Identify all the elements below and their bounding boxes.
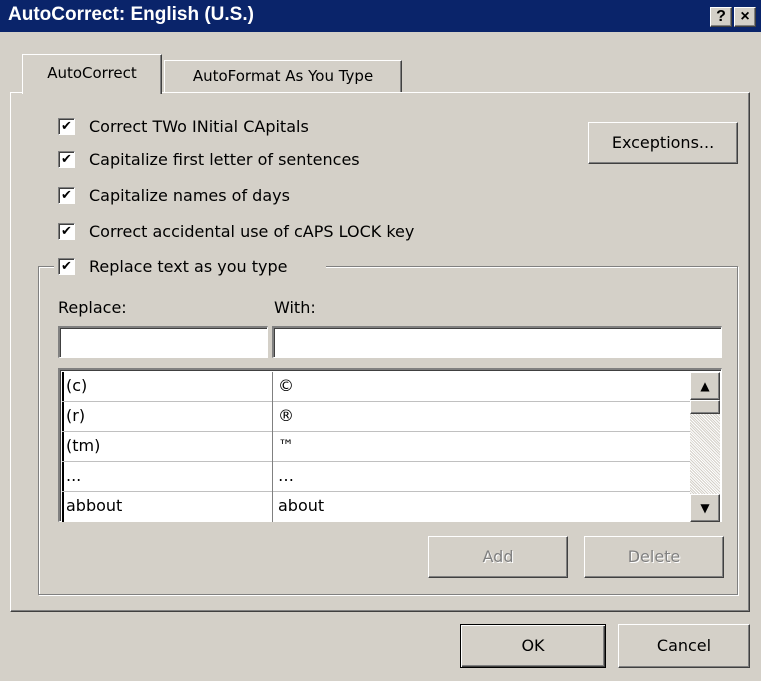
title-bar: AutoCorrect: English (U.S.) ? × bbox=[0, 0, 761, 32]
delete-label: Delete bbox=[627, 547, 681, 566]
option-label: Correct accidental use of cAPS LOCK key bbox=[89, 222, 415, 241]
ok-button[interactable]: OK bbox=[460, 624, 606, 668]
with-label: With: bbox=[274, 298, 316, 317]
scroll-down-button[interactable]: ▼ bbox=[690, 494, 720, 522]
autocorrect-list[interactable]: (c) © (r) ® (tm) ™ ... … abbout about ▲ … bbox=[58, 368, 722, 522]
list-item[interactable]: ... … bbox=[62, 462, 690, 492]
with-cell: … bbox=[278, 466, 294, 485]
with-input[interactable] bbox=[272, 326, 722, 358]
check-icon: ✔ bbox=[61, 259, 72, 274]
list-item[interactable]: (c) © bbox=[62, 372, 690, 402]
check-icon: ✔ bbox=[61, 152, 72, 167]
close-button[interactable]: × bbox=[734, 7, 756, 27]
checkbox[interactable]: ✔ bbox=[58, 187, 75, 204]
list-scrollbar[interactable]: ▲ ▼ bbox=[690, 372, 720, 522]
option-caps-lock[interactable]: ✔ Correct accidental use of cAPS LOCK ke… bbox=[58, 220, 478, 246]
replace-label: Replace: bbox=[58, 298, 127, 317]
replace-input[interactable] bbox=[58, 326, 268, 358]
replace-cell: abbout bbox=[66, 496, 123, 515]
cancel-button[interactable]: Cancel bbox=[618, 624, 750, 668]
checkbox[interactable]: ✔ bbox=[58, 223, 75, 240]
replace-cell: ... bbox=[66, 466, 82, 485]
tab-autoformat-label: AutoFormat As You Type bbox=[192, 67, 374, 85]
option-replace-text[interactable]: ✔ Replace text as you type bbox=[54, 255, 326, 281]
checkbox[interactable]: ✔ bbox=[58, 151, 75, 168]
add-button[interactable]: Add bbox=[428, 536, 568, 578]
list-item[interactable]: abbout about bbox=[62, 492, 690, 522]
check-icon: ✔ bbox=[61, 119, 72, 134]
checkbox[interactable]: ✔ bbox=[58, 258, 75, 275]
option-capitalize-first-letter[interactable]: ✔ Capitalize first letter of sentences bbox=[58, 148, 398, 174]
delete-button[interactable]: Delete bbox=[584, 536, 724, 578]
with-cell: about bbox=[278, 496, 325, 515]
window-title: AutoCorrect: English (U.S.) bbox=[8, 4, 254, 25]
list-item[interactable]: (tm) ™ bbox=[62, 432, 690, 462]
help-button[interactable]: ? bbox=[710, 7, 732, 27]
replace-cell: (r) bbox=[66, 406, 86, 425]
with-cell: © bbox=[278, 376, 294, 395]
option-label: Capitalize names of days bbox=[89, 186, 290, 205]
option-correct-two-initial-capitals[interactable]: ✔ Correct TWo INitial CApitals bbox=[58, 115, 378, 141]
check-icon: ✔ bbox=[61, 188, 72, 203]
option-label: Correct TWo INitial CApitals bbox=[89, 117, 309, 136]
option-capitalize-days[interactable]: ✔ Capitalize names of days bbox=[58, 184, 338, 210]
exceptions-label: Exceptions... bbox=[611, 133, 715, 152]
scroll-thumb[interactable] bbox=[690, 400, 720, 414]
exceptions-button[interactable]: Exceptions... bbox=[588, 122, 738, 164]
checkbox[interactable]: ✔ bbox=[58, 118, 75, 135]
list-item[interactable]: (r) ® bbox=[62, 402, 690, 432]
option-label: Capitalize first letter of sentences bbox=[89, 150, 360, 169]
with-cell: ™ bbox=[278, 436, 294, 455]
ok-label: OK bbox=[521, 636, 545, 655]
check-icon: ✔ bbox=[61, 224, 72, 239]
tab-autoformat[interactable]: AutoFormat As You Type bbox=[164, 60, 402, 92]
cancel-label: Cancel bbox=[656, 636, 712, 655]
scroll-up-button[interactable]: ▲ bbox=[690, 372, 720, 400]
arrow-down-icon: ▼ bbox=[700, 501, 710, 515]
tab-autocorrect-label: AutoCorrect bbox=[47, 64, 137, 82]
tab-autocorrect[interactable]: AutoCorrect bbox=[22, 54, 162, 94]
replace-cell: (c) bbox=[66, 376, 88, 395]
option-label: Replace text as you type bbox=[89, 257, 288, 276]
replace-cell: (tm) bbox=[66, 436, 101, 455]
arrow-up-icon: ▲ bbox=[700, 379, 710, 393]
with-cell: ® bbox=[278, 406, 294, 425]
add-label: Add bbox=[482, 547, 514, 566]
column-divider bbox=[272, 372, 273, 522]
